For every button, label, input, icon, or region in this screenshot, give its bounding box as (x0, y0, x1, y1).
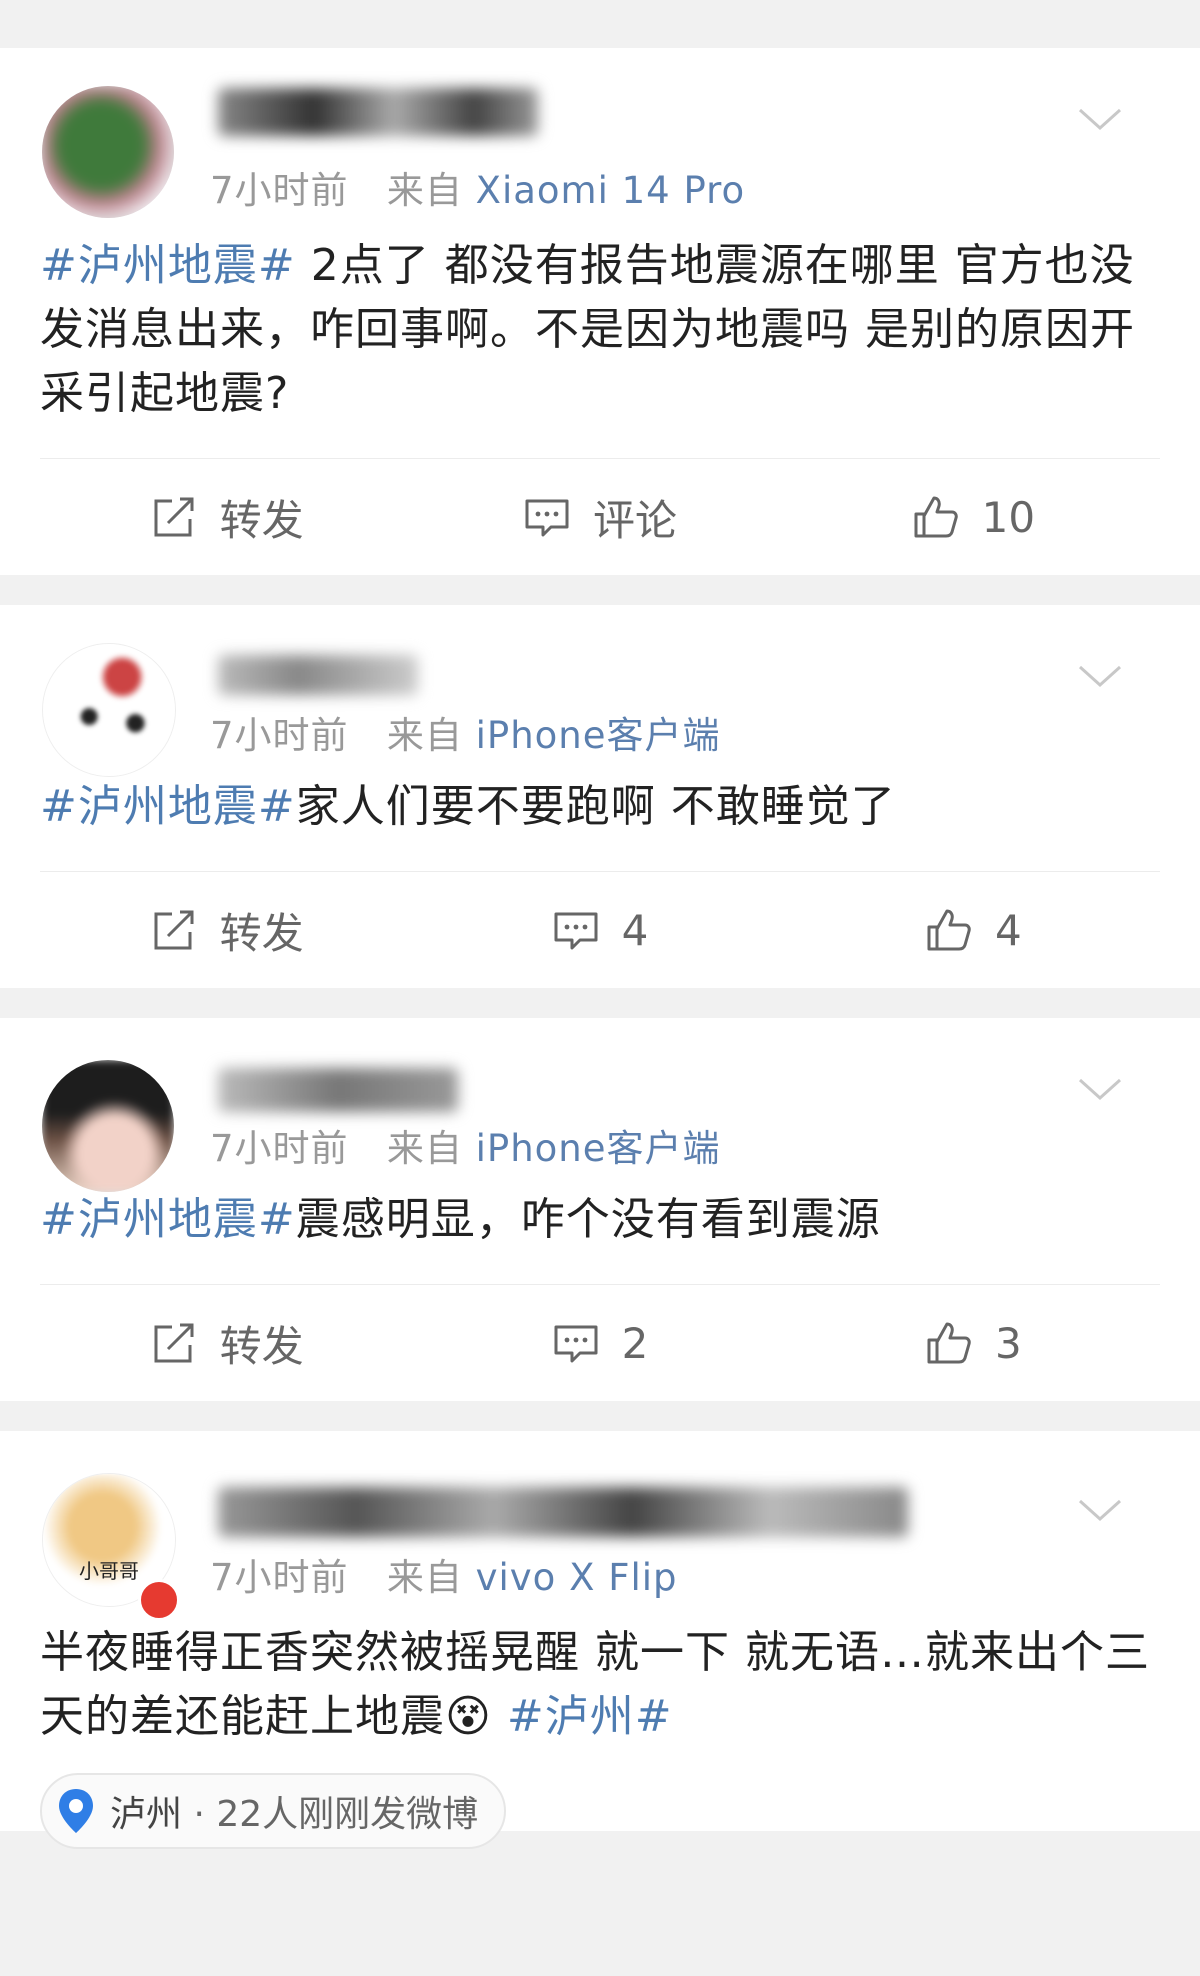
hashtag-link[interactable]: #泸州地震# (40, 781, 296, 832)
post-content: #泸州地震# 2点了 都没有报告地震源在哪里 官方也没发消息出来，咋回事啊。不是… (40, 198, 1160, 458)
username-blurred[interactable] (218, 655, 418, 695)
location-pin-icon (59, 1789, 93, 1833)
verified-badge-icon (138, 1579, 180, 1621)
hashtag-link[interactable]: #泸州# (507, 1691, 673, 1742)
repost-button[interactable]: 转发 (40, 1313, 413, 1374)
location-extra: · 22人刚刚发微博 (193, 1794, 479, 1835)
location-tag[interactable]: 泸州 · 22人刚刚发微博 (40, 1773, 507, 1849)
avatar[interactable] (42, 643, 176, 777)
repost-button[interactable]: 转发 (40, 900, 413, 961)
separator (0, 988, 1200, 1018)
post-source[interactable]: iPhone客户端 (476, 714, 721, 757)
username-blurred[interactable] (218, 1068, 458, 1112)
post-content: #泸州地震#震感明显，咋个没有看到震源 (40, 1158, 1160, 1284)
comment-icon (554, 912, 598, 950)
post-header: 小哥哥 7小时前 来自 vivo X Flip (40, 1431, 1160, 1621)
repost-button[interactable]: 转发 (40, 487, 413, 548)
comment-icon (525, 499, 569, 537)
post-time: 7小时前 (210, 1127, 349, 1170)
username-blurred[interactable] (218, 1487, 908, 1537)
post-card[interactable]: 7小时前 来自 Xiaomi 14 Pro #泸州地震# 2点了 都没有报告地震… (0, 48, 1200, 575)
repost-label: 转发 (219, 1321, 304, 1371)
post-meta: 7小时前 来自 vivo X Flip (210, 1547, 678, 1601)
post-content: #泸州地震#家人们要不要跑啊 不敢睡觉了 (40, 745, 1160, 871)
like-button[interactable]: 4 (787, 906, 1160, 955)
repost-icon (154, 1323, 194, 1363)
post-from-label: 来自 (386, 1556, 463, 1599)
repost-icon (154, 497, 194, 537)
post-from-label: 来自 (386, 714, 463, 757)
chevron-down-icon[interactable] (1076, 663, 1124, 691)
post-actions: 转发 4 4 (40, 871, 1160, 988)
post-card[interactable]: 7小时前 来自 iPhone客户端 #泸州地震#家人们要不要跑啊 不敢睡觉了 转… (0, 605, 1200, 988)
comment-button[interactable]: 2 (413, 1319, 786, 1368)
chevron-down-icon[interactable] (1076, 1076, 1124, 1104)
repost-label: 转发 (219, 495, 304, 545)
comment-count: 4 (621, 905, 649, 955)
post-card[interactable]: 7小时前 来自 iPhone客户端 #泸州地震#震感明显，咋个没有看到震源 转发… (0, 1018, 1200, 1401)
top-gap (0, 0, 1200, 48)
comment-icon (554, 1325, 598, 1363)
thumbs-up-icon (927, 1322, 971, 1364)
thumbs-up-icon (914, 496, 958, 538)
post-meta: 7小时前 来自 Xiaomi 14 Pro (210, 160, 745, 214)
chevron-down-icon[interactable] (1076, 1497, 1124, 1525)
avatar[interactable] (42, 86, 174, 218)
chevron-down-icon[interactable] (1076, 106, 1124, 134)
thumbs-up-icon (927, 909, 971, 951)
post-time: 7小时前 (210, 714, 349, 757)
separator (0, 575, 1200, 605)
like-button[interactable]: 3 (787, 1319, 1160, 1368)
post-time: 7小时前 (210, 169, 349, 212)
post-header: 7小时前 来自 iPhone客户端 (40, 1018, 1160, 1192)
post-meta: 7小时前 来自 iPhone客户端 (210, 705, 721, 759)
repost-icon (154, 910, 194, 950)
post-header: 7小时前 来自 iPhone客户端 (40, 605, 1160, 777)
post-meta: 7小时前 来自 iPhone客户端 (210, 1118, 721, 1172)
hashtag-link[interactable]: #泸州地震# (40, 240, 296, 291)
comment-label: 评论 (592, 495, 677, 545)
post-from-label: 来自 (386, 169, 463, 212)
post-from-label: 来自 (386, 1127, 463, 1170)
post-source[interactable]: iPhone客户端 (476, 1127, 721, 1170)
post-time: 7小时前 (210, 1556, 349, 1599)
like-count: 3 (994, 1318, 1022, 1368)
comment-button[interactable]: 4 (413, 906, 786, 955)
post-actions: 转发 评论 10 (40, 458, 1160, 575)
post-header: 7小时前 来自 Xiaomi 14 Pro (40, 48, 1160, 218)
post-content: 半夜睡得正香突然被摇晃醒 就一下 就无语…就来出个三天的差还能赶上地震😵 #泸州… (40, 1581, 1160, 1773)
post-source[interactable]: Xiaomi 14 Pro (476, 169, 746, 212)
separator (0, 1401, 1200, 1431)
avatar[interactable] (42, 1060, 174, 1192)
comment-count: 2 (621, 1318, 649, 1368)
repost-label: 转发 (219, 908, 304, 958)
emoji-icon: 😵 (445, 1691, 492, 1742)
post-card[interactable]: 小哥哥 7小时前 来自 vivo X Flip 半夜睡得正香突然被摇晃醒 就一下… (0, 1431, 1200, 1849)
like-count: 10 (981, 492, 1036, 542)
like-count: 4 (994, 905, 1022, 955)
post-source[interactable]: vivo X Flip (476, 1556, 678, 1599)
like-button[interactable]: 10 (787, 493, 1160, 542)
location-name: 泸州 (110, 1794, 183, 1835)
comment-button[interactable]: 评论 (413, 487, 786, 548)
username-blurred[interactable] (218, 88, 538, 136)
post-actions: 转发 2 3 (40, 1284, 1160, 1401)
post-text: 震感明显，咋个没有看到震源 (295, 1194, 881, 1245)
hashtag-link[interactable]: #泸州地震# (40, 1194, 296, 1245)
post-text: 家人们要不要跑啊 不敢睡觉了 (295, 781, 896, 832)
